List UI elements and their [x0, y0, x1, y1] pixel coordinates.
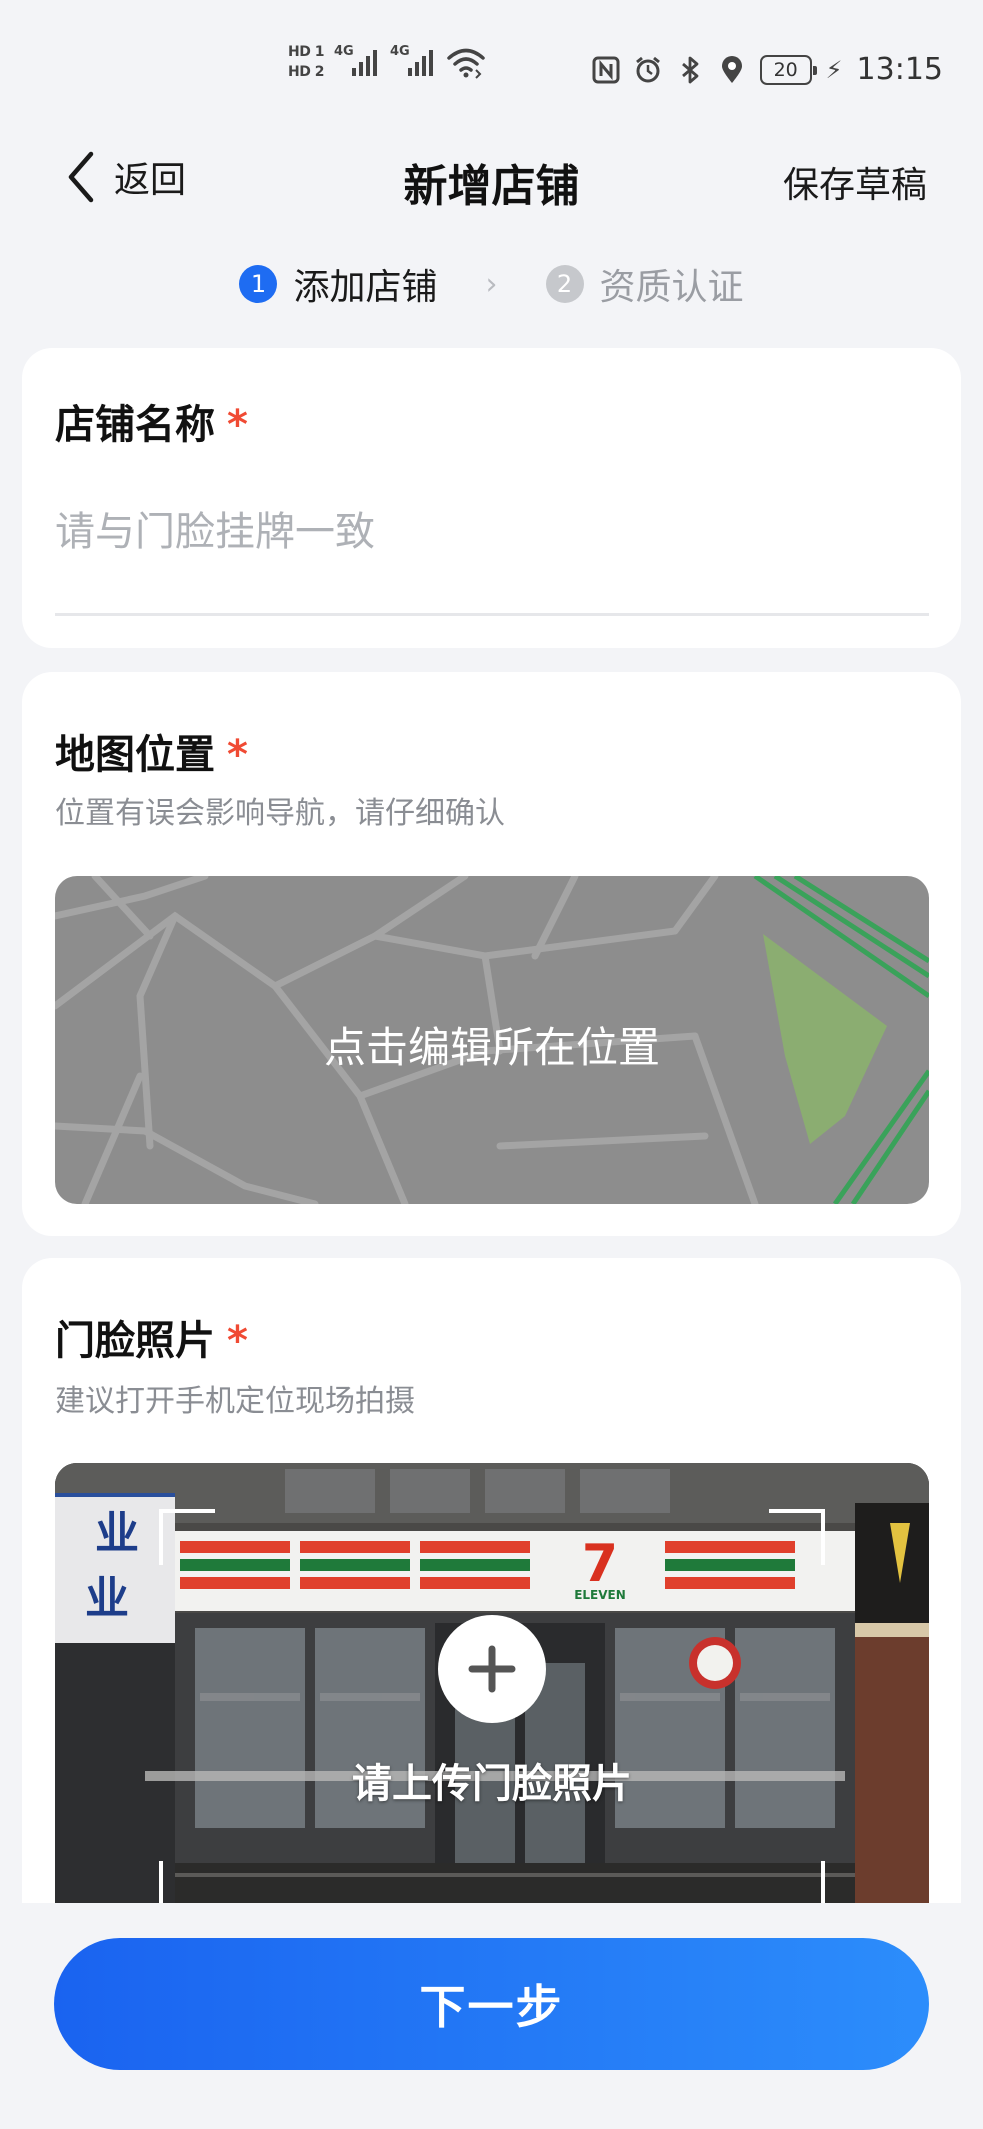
bottom-bar: 下一步: [0, 1903, 983, 2129]
frame-corner-tr: [769, 1509, 825, 1565]
step-1-label: 添加店铺: [293, 267, 438, 308]
next-step-button[interactable]: 下一步: [54, 1938, 929, 2070]
store-name-title: 店铺名称 *: [55, 392, 248, 450]
battery-icon: 20: [759, 54, 817, 85]
logo-number: 7: [582, 1534, 618, 1594]
frame-corner-tl: [159, 1509, 215, 1565]
location-icon: [721, 55, 742, 83]
battery-level: 20: [773, 58, 798, 81]
chevron-right-icon: ›: [485, 266, 498, 302]
photo-subtitle: 建议打开手机定位现场拍摄: [55, 1384, 415, 1419]
map-location-card: 地图位置 * 位置有误会影响导航，请仔细确认 点击编辑所在位置: [22, 672, 961, 1236]
sign-left-bottom: 业: [85, 1573, 129, 1624]
alarm-icon: [635, 56, 660, 82]
nav-bar: 返回 新增店铺 保存草稿: [0, 140, 983, 220]
chevron-left-icon: [68, 151, 94, 203]
wifi-icon: [447, 48, 485, 79]
step-2-label: 资质认证: [599, 267, 744, 308]
required-mark: *: [227, 402, 248, 448]
map-title: 地图位置 *: [55, 722, 248, 780]
hd1-label: HD 1: [288, 44, 324, 60]
nfc-icon: [592, 56, 620, 83]
status-time: 13:15: [856, 52, 943, 87]
signal-1-icon: 4G: [334, 44, 380, 80]
required-mark: *: [227, 1318, 248, 1364]
save-draft-button[interactable]: 保存草稿: [783, 156, 927, 208]
store-name-input[interactable]: [55, 500, 929, 564]
frame-corner-bl: [159, 1861, 215, 1903]
back-label: 返回: [114, 160, 187, 201]
logo-text: ELEVEN: [574, 1588, 626, 1602]
network-type-1: 4G: [333, 44, 354, 59]
step-2-number: 2: [545, 265, 584, 303]
plus-icon: [468, 1645, 516, 1693]
edit-location-label: 点击编辑所在位置: [323, 1023, 660, 1072]
photo-upload-area[interactable]: 业 业 7 ELEVEN 请上传门脸照片: [55, 1463, 929, 1903]
map-preview[interactable]: 点击编辑所在位置: [55, 876, 929, 1204]
frame-corner-br: [769, 1861, 825, 1903]
network-type-2: 4G: [389, 44, 410, 59]
step-qualification: 2 资质认证: [545, 258, 744, 310]
required-mark: *: [227, 732, 248, 778]
upload-photo-label: 请上传门脸照片: [352, 1761, 632, 1807]
sign-left-top: 业: [95, 1508, 139, 1559]
step-1-number: 1: [239, 265, 278, 303]
map-subtitle: 位置有误会影响导航，请仔细确认: [55, 796, 505, 831]
map-title-text: 地图位置: [55, 732, 215, 778]
status-left: HD 1 HD 2 4G 4G: [288, 44, 486, 80]
step-indicator: 1 添加店铺 › 2 资质认证: [0, 258, 983, 310]
store-name-card: 店铺名称 *: [22, 348, 961, 648]
store-name-title-text: 店铺名称: [55, 402, 215, 448]
input-underline: [55, 613, 929, 616]
photo-title-text: 门脸照片: [55, 1318, 215, 1364]
add-photo-button[interactable]: [438, 1615, 546, 1723]
hd2-label: HD 2: [288, 64, 324, 80]
step-add-store: 1 添加店铺: [239, 258, 438, 310]
back-button[interactable]: 返回: [66, 150, 186, 204]
status-right: 20 ⚡ 13:15: [592, 52, 943, 87]
signal-2-icon: 4G: [390, 44, 436, 80]
charging-icon: ⚡: [825, 55, 843, 84]
hd-indicators: HD 1 HD 2: [288, 44, 324, 80]
bluetooth-icon: [681, 56, 699, 83]
photo-title: 门脸照片 *: [55, 1308, 248, 1366]
status-bar: HD 1 HD 2 4G 4G 20 ⚡ 13:15: [0, 0, 983, 120]
